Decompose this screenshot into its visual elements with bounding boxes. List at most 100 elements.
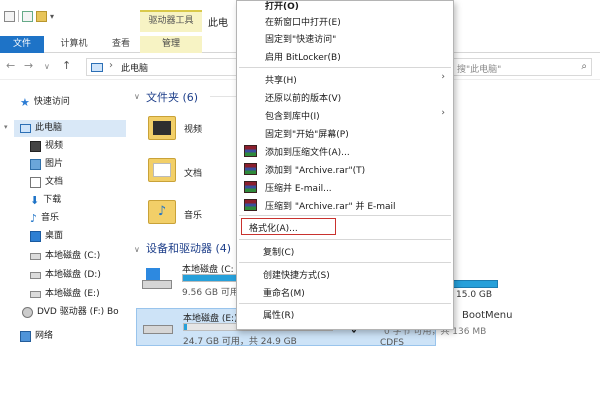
menu-item-compress-email[interactable]: 压缩并 E-mail... (265, 181, 332, 194)
winrar-icon (244, 163, 257, 175)
checkbox-icon[interactable] (22, 10, 33, 22)
folder-label-documents[interactable]: 文档 (184, 166, 202, 179)
sidebar-item-label: 本地磁盘 (D:) (45, 270, 101, 280)
menu-item-pin-quick-access[interactable]: 固定到"快速访问" (265, 32, 336, 45)
videos-folder-icon[interactable] (148, 116, 176, 140)
documents-folder-icon (30, 177, 41, 188)
tab-manage[interactable]: 管理 (140, 36, 202, 53)
new-folder-icon[interactable] (36, 10, 47, 22)
forward-arrow-icon[interactable]: → (24, 59, 33, 72)
sidebar-item-videos[interactable]: 视频 (30, 138, 63, 155)
sidebar-item-label: 桌面 (45, 231, 64, 241)
menu-item-format[interactable]: 格式化(A)... (249, 221, 298, 234)
sidebar-item-label: DVD 驱动器 (F:) Bo (37, 307, 119, 317)
sidebar-item-dvd-drive[interactable]: DVD 驱动器 (F:) Bo (22, 304, 119, 321)
menu-item-include-library[interactable]: 包含到库中(I) (265, 109, 320, 122)
submenu-arrow-icon: › (441, 108, 445, 118)
sidebar-item-quick-access[interactable]: ★ 快速访问 (20, 94, 70, 111)
up-arrow-icon[interactable]: ↑ (62, 59, 71, 72)
drive-tools-context-tab: 驱动器工具 (140, 10, 202, 32)
sidebar-item-drive-e[interactable]: 本地磁盘 (E:) (30, 286, 100, 303)
music-note-icon: ♪ (157, 204, 167, 219)
menu-item-properties[interactable]: 属性(R) (263, 308, 294, 321)
boot-filesystem: CDFS (380, 338, 404, 348)
music-folder-icon[interactable]: ♪ (148, 200, 176, 224)
menu-separator (239, 67, 451, 68)
menu-item-compress-rar-email[interactable]: 压缩到 "Archive.rar" 并 E-mail (265, 199, 396, 212)
properties-icon[interactable] (4, 10, 15, 22)
menu-item-restore-versions[interactable]: 还原以前的版本(V) (265, 91, 341, 104)
expand-chevron-icon[interactable]: ▾ (4, 123, 8, 131)
collapse-chevron-icon[interactable]: ∨ (134, 245, 140, 254)
sidebar-item-documents[interactable]: 文档 (30, 174, 63, 191)
sidebar-item-label: 本地磁盘 (C:) (45, 251, 101, 261)
breadcrumb[interactable]: 此电脑 (121, 61, 148, 74)
pictures-folder-icon (30, 159, 41, 170)
search-icon[interactable]: ⌕ (581, 61, 587, 72)
tab-view[interactable]: 查看 (104, 36, 138, 53)
address-bar[interactable]: › 此电脑 (86, 58, 242, 76)
menu-item-bitlocker[interactable]: 启用 BitLocker(B) (265, 50, 341, 63)
document-thumbnail (153, 163, 171, 177)
menu-item-add-to-archive[interactable]: 添加到压缩文件(A)... (265, 145, 350, 158)
sidebar-item-downloads[interactable]: ⬇ 下载 (30, 192, 61, 209)
dvd-icon (22, 307, 33, 318)
menu-item-open-new-window[interactable]: 在新窗口中打开(E) (265, 15, 341, 28)
sidebar-item-label: 快速访问 (33, 97, 70, 107)
computer-icon (20, 124, 31, 133)
star-icon: ★ (20, 96, 30, 109)
sidebar-item-drive-c[interactable]: 本地磁盘 (C:) (30, 248, 100, 265)
sidebar-item-label: 此电脑 (35, 123, 63, 133)
menu-item-create-shortcut[interactable]: 创建快捷方式(S) (263, 268, 330, 281)
documents-folder-icon[interactable] (148, 158, 176, 182)
sidebar-item-label: 本地磁盘 (E:) (45, 289, 100, 299)
folder-label-videos[interactable]: 视频 (184, 122, 202, 135)
search-placeholder: 搜"此电脑" (457, 65, 502, 75)
drive-size-text: 24.7 GB 可用，共 24.9 GB (183, 337, 297, 347)
menu-item-share[interactable]: 共享(H) (265, 73, 297, 86)
quick-access-toolbar: ▾ (4, 10, 54, 22)
window-title: 此电 (208, 18, 228, 29)
sidebar-item-label: 视频 (45, 141, 64, 151)
recent-dropdown-icon[interactable]: ∨ (44, 62, 50, 71)
drive-usage-bar-right (450, 280, 498, 288)
video-thumbnail (153, 121, 171, 135)
menu-item-open[interactable]: 打开(O) (265, 0, 299, 12)
sidebar-item-pictures[interactable]: 图片 (30, 156, 63, 173)
menu-item-pin-start[interactable]: 固定到"开始"屏幕(P) (265, 127, 349, 140)
boot-label[interactable]: BootMenu (462, 310, 512, 321)
sidebar-item-this-pc[interactable]: 此电脑 (14, 120, 126, 137)
sidebar-item-label: 网络 (35, 331, 54, 341)
context-menu: 打开(O) 在新窗口中打开(E) 固定到"快速访问" 启用 BitLocker(… (236, 0, 454, 330)
menu-item-copy[interactable]: 复制(C) (263, 245, 294, 258)
sidebar-item-label: 文档 (45, 177, 64, 187)
sidebar-item-label: 音乐 (41, 213, 60, 223)
qat-dropdown-icon[interactable]: ▾ (50, 12, 54, 21)
tab-file[interactable]: 文件 (0, 36, 44, 53)
collapse-chevron-icon[interactable]: ∨ (134, 92, 140, 101)
tab-computer[interactable]: 计算机 (48, 36, 100, 53)
breadcrumb-chevron-icon[interactable]: › (109, 60, 113, 71)
sidebar-item-label: 图片 (45, 159, 64, 169)
back-arrow-icon[interactable]: ← (6, 59, 15, 72)
sidebar-item-network[interactable]: 网络 (20, 328, 53, 345)
sidebar-item-label: 下载 (43, 195, 62, 205)
drive-icon (30, 253, 41, 260)
sidebar-item-desktop[interactable]: 桌面 (30, 228, 63, 245)
menu-item-rename[interactable]: 重命名(M) (263, 286, 305, 299)
video-folder-icon (30, 141, 41, 152)
devices-group-header[interactable]: 设备和驱动器 (4) (146, 240, 231, 256)
sidebar-item-music[interactable]: ♪ 音乐 (30, 210, 59, 227)
winrar-icon (244, 145, 257, 157)
download-icon: ⬇ (30, 194, 40, 207)
menu-separator (239, 239, 451, 240)
drive-icon (143, 317, 173, 339)
sidebar-item-drive-d[interactable]: 本地磁盘 (D:) (30, 267, 101, 284)
folder-label-music[interactable]: 音乐 (184, 208, 202, 221)
winrar-icon (244, 181, 257, 193)
drive-usage-fill (184, 324, 187, 330)
menu-item-add-to-archive-rar[interactable]: 添加到 "Archive.rar"(T) (265, 163, 365, 176)
folders-group-header[interactable]: 文件夹 (6) (146, 89, 198, 105)
qat-separator (18, 10, 19, 22)
search-input[interactable]: 搜"此电脑" ⌕ (452, 58, 592, 76)
